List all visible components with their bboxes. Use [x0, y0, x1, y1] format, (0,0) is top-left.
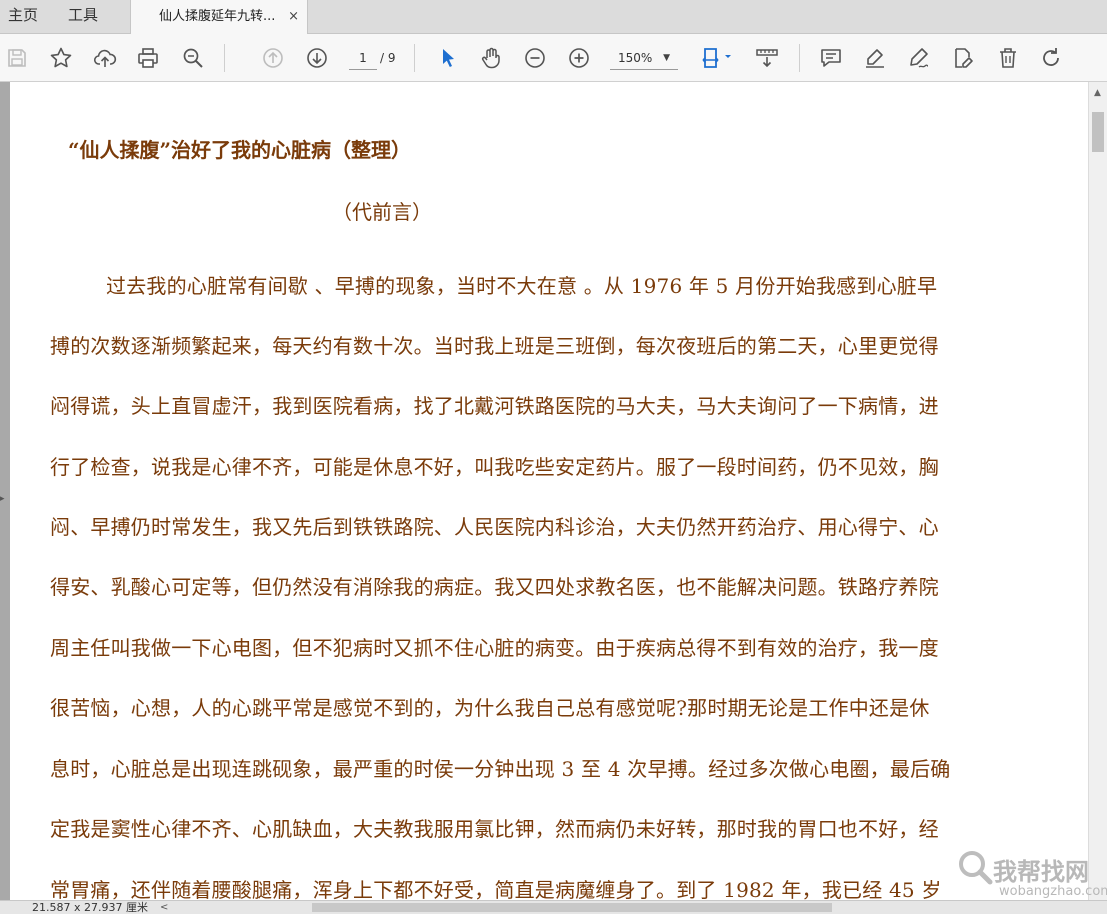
paragraph-line: 过去我的心脏常有间歇 、早搏的现象，当时不大在意 。从 1976 年 5 月份开…: [106, 274, 938, 298]
document-title: “仙人揉腹”治好了我的心脏病（整理）: [68, 138, 412, 162]
paragraph-line: 闷、早搏仍时常发生，我又先后到铁铁路院、人民医院内科诊治，大夫仍然开药治疗、用心…: [50, 515, 939, 539]
zoom-level-select[interactable]: 150% ▼: [610, 47, 678, 70]
panel-expand-icon[interactable]: ▸: [0, 492, 6, 506]
scroll-up-icon[interactable]: ▲: [1094, 88, 1101, 98]
page-number-input[interactable]: 1: [349, 47, 377, 70]
bookmark-star-icon[interactable]: [47, 44, 75, 72]
tab-document-label: 仙人揉腹延年九转...: [159, 9, 276, 24]
magnifier-logo-icon: [959, 851, 993, 885]
toolbar-divider: [414, 44, 415, 72]
paragraph-line: 常胃痛，还伴随着腰酸腿痛，浑身上下都不好受，简直是病魔缠身了。到了 1982 年…: [50, 878, 942, 900]
edit-icon[interactable]: [949, 44, 977, 72]
page-down-icon[interactable]: [303, 44, 331, 72]
tab-home[interactable]: 主页: [8, 0, 38, 33]
toolbar-divider: [799, 44, 800, 72]
paragraph-line: 周主任叫我做一下心电图，但不犯病时又抓不住心脏的病变。由于疾病总得不到有效的治疗…: [50, 636, 939, 660]
pdf-page: “仙人揉腹”治好了我的心脏病（整理） （代前言） 过去我的心脏常有间歇 、早搏的…: [10, 82, 1088, 900]
zoom-in-icon[interactable]: [565, 44, 593, 72]
watermark-text: 我帮找网: [993, 858, 1089, 886]
hand-icon[interactable]: [477, 44, 505, 72]
paragraph-line: 得安、乳酸心可定等，但仍然没有消除我的病症。我又四处求教名医，也不能解决问题。铁…: [50, 575, 939, 599]
scroll-left-icon[interactable]: <: [160, 901, 168, 914]
document-subtitle: （代前言）: [332, 200, 432, 224]
tab-tools[interactable]: 工具: [68, 0, 98, 33]
tab-document[interactable]: 仙人揉腹延年九转... ×: [130, 0, 308, 34]
toolbar: 1 / 9 150% ▼: [0, 34, 1107, 82]
rotate-icon[interactable]: [1037, 44, 1065, 72]
horizontal-scrollbar-thumb[interactable]: [312, 903, 832, 912]
paragraph-line: 息时，心脏总是出现连跳砚象，最严重的时侯一分钟出现 3 至 4 次早搏。经过多次…: [50, 757, 951, 781]
fit-page-icon[interactable]: [697, 44, 737, 72]
print-icon[interactable]: [134, 44, 162, 72]
measure-icon[interactable]: [753, 44, 781, 72]
scrollbar-thumb[interactable]: [1092, 112, 1104, 152]
select-pointer-icon[interactable]: [434, 44, 462, 72]
zoom-out-icon[interactable]: [521, 44, 549, 72]
watermark-url: wobangzhao.com: [999, 884, 1107, 899]
page-dimensions: 21.587 x 27.937 厘米: [32, 901, 148, 914]
save-icon[interactable]: [3, 44, 31, 72]
highlight-icon[interactable]: [861, 44, 889, 72]
chevron-down-icon: ▼: [663, 53, 670, 63]
vertical-scrollbar[interactable]: ▲: [1088, 82, 1107, 900]
status-bar: 21.587 x 27.937 厘米 <: [0, 900, 1107, 914]
paragraph-line: 闷得谎，头上直冒虚汗，我到医院看病，找了北戴河铁路医院的马大夫，马大夫询问了一下…: [50, 394, 939, 418]
document-viewport[interactable]: ▸ “仙人揉腹”治好了我的心脏病（整理） （代前言） 过去我的心脏常有间歇 、早…: [0, 82, 1107, 900]
zoom-level-value: 150%: [618, 51, 653, 65]
upload-icon[interactable]: [91, 44, 119, 72]
toolbar-divider: [224, 44, 225, 72]
watermark: 我帮找网 wobangzhao.com: [955, 846, 1107, 904]
delete-icon[interactable]: [994, 44, 1022, 72]
paragraph-line: 定我是窦性心律不齐、心肌缺血，大夫教我服用氯比钾，然而病仍未好转，那时我的胃口也…: [50, 817, 939, 841]
paragraph-line: 行了检查，说我是心律不齐，可能是休息不好，叫我吃些安定药片。服了一段时间药，仍不…: [50, 455, 939, 479]
page-total: / 9: [380, 51, 396, 65]
sign-icon[interactable]: [905, 44, 933, 72]
zoom-search-icon[interactable]: [179, 44, 207, 72]
comment-icon[interactable]: [817, 44, 845, 72]
page-up-icon[interactable]: [259, 44, 287, 72]
paragraph-line: 搏的次数逐渐频繁起来，每天约有数十次。当时我上班是三班倒，每次夜班后的第二天，心…: [50, 334, 939, 358]
close-tab-icon[interactable]: ×: [288, 0, 299, 33]
paragraph-line: 很苦恼，心想，人的心跳平常是感觉不到的，为什么我自己总有感觉呢?那时期无论是工作…: [50, 696, 930, 720]
tab-bar: 主页 工具 仙人揉腹延年九转... ×: [0, 0, 1107, 34]
